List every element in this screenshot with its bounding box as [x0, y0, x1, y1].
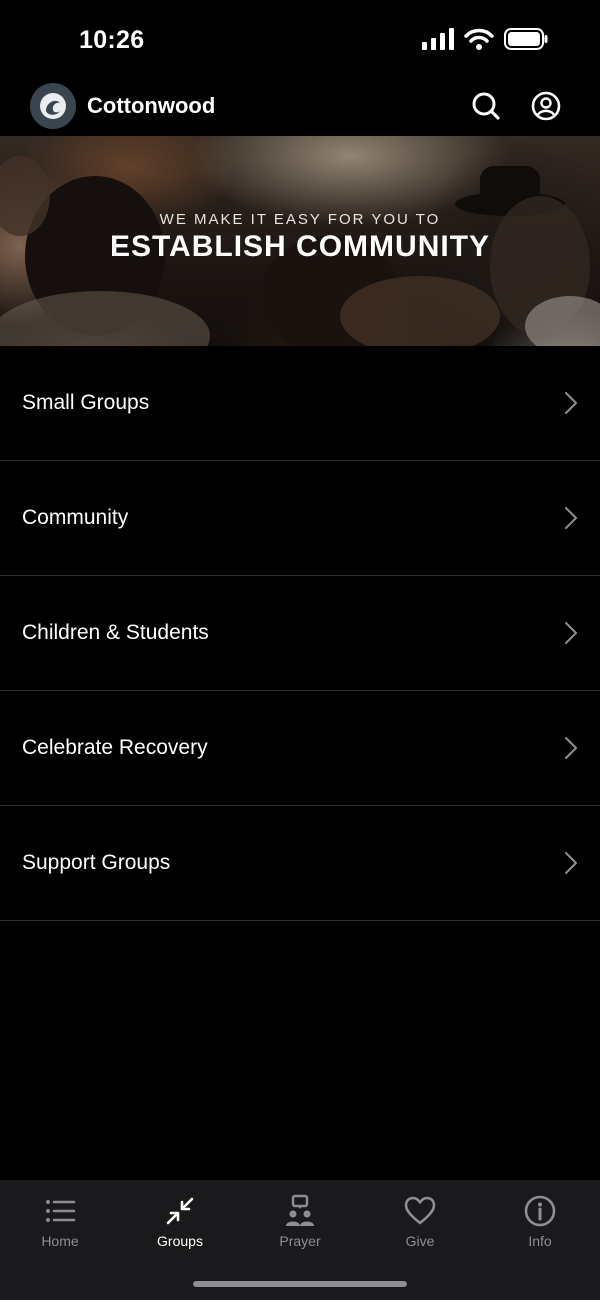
tab-prayer[interactable]: Prayer	[240, 1194, 360, 1258]
hero-kicker: WE MAKE IT EASY FOR YOU TO	[159, 211, 441, 228]
chevron-right-icon	[565, 622, 577, 644]
menu-item-label: Small Groups	[22, 391, 150, 414]
account-icon	[531, 91, 561, 121]
search-button[interactable]	[468, 88, 504, 124]
tab-home[interactable]: Home	[0, 1194, 120, 1258]
cellular-signal-icon	[422, 28, 454, 50]
status-time: 10:26	[79, 26, 145, 54]
info-icon	[524, 1195, 556, 1227]
tab-give[interactable]: Give	[360, 1194, 480, 1258]
wifi-icon	[464, 28, 494, 50]
hero-heading: ESTABLISH COMMUNITY	[109, 230, 491, 263]
tab-groups[interactable]: Groups	[120, 1194, 240, 1258]
groups-menu-list: Small Groups Community Children & Studen…	[0, 346, 600, 921]
menu-item-label: Children & Students	[22, 621, 209, 644]
menu-item-label: Support Groups	[22, 851, 171, 874]
tab-label: Info	[528, 1233, 552, 1249]
cottonwood-logo[interactable]	[30, 83, 76, 129]
menu-item-label: Celebrate Recovery	[22, 736, 208, 759]
hero-banner: WE MAKE IT EASY FOR YOU TO ESTABLISH COM…	[0, 136, 600, 346]
tab-label: Give	[405, 1233, 435, 1249]
prayer-icon	[286, 1194, 314, 1226]
menu-item-children-students[interactable]: Children & Students	[0, 576, 600, 691]
menu-item-small-groups[interactable]: Small Groups	[0, 346, 600, 461]
tab-label: Home	[41, 1233, 79, 1249]
tab-label: Prayer	[279, 1233, 321, 1249]
status-icons	[422, 28, 548, 50]
chevron-right-icon	[565, 392, 577, 414]
menu-item-label: Community	[22, 506, 129, 529]
chevron-right-icon	[565, 507, 577, 529]
tab-label: Groups	[157, 1233, 203, 1249]
status-bar: 10:26	[0, 0, 600, 80]
app-header: Cottonwood	[0, 80, 600, 136]
list-icon	[46, 1200, 76, 1222]
menu-item-support-groups[interactable]: Support Groups	[0, 806, 600, 921]
chevron-right-icon	[565, 737, 577, 759]
app-title: Cottonwood	[87, 93, 216, 118]
arrows-collapse-icon	[166, 1197, 194, 1225]
menu-item-community[interactable]: Community	[0, 461, 600, 576]
search-icon	[472, 92, 500, 120]
battery-icon	[504, 28, 548, 50]
home-indicator[interactable]	[193, 1281, 407, 1287]
account-button[interactable]	[528, 88, 564, 124]
tab-info[interactable]: Info	[480, 1194, 600, 1258]
chevron-right-icon	[565, 852, 577, 874]
menu-item-celebrate-recovery[interactable]: Celebrate Recovery	[0, 691, 600, 806]
heart-icon	[404, 1196, 436, 1225]
wave-logo-icon	[40, 93, 66, 119]
